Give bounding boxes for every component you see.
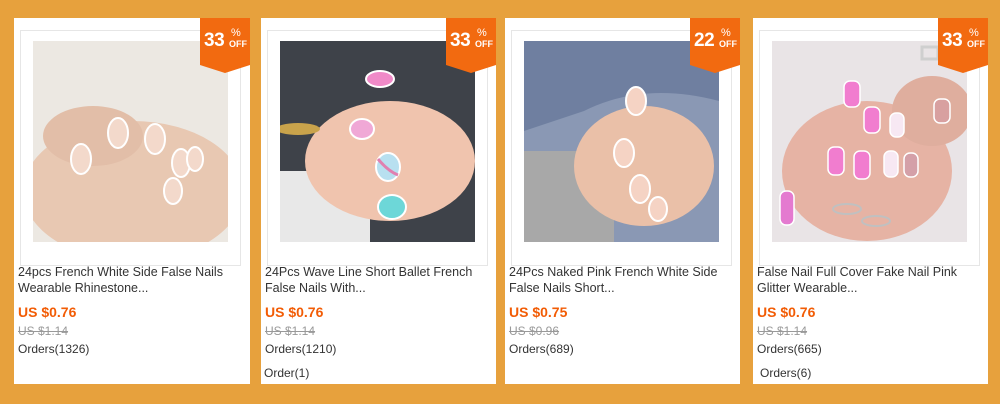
product-title[interactable]: 24Pcs Wave Line Short Ballet French Fals… — [265, 264, 491, 296]
discount-value: 22 — [694, 30, 715, 51]
orders-count: Orders(1326) — [18, 342, 90, 356]
discount-value: 33 — [204, 30, 225, 51]
extra-orders-label: Order(1) — [264, 366, 310, 380]
product-title[interactable]: 24pcs French White Side False Nails Wear… — [18, 264, 244, 296]
off-label: OFF — [967, 39, 985, 49]
product-card[interactable]: 33 % OFF 24Pcs Wave Line Short Ballet Fr… — [261, 18, 496, 384]
original-price: US $1.14 — [757, 324, 808, 338]
orders-count: Orders(1210) — [265, 342, 337, 356]
nails-photo[interactable] — [33, 41, 228, 242]
discount-badge: 33 % OFF — [200, 18, 250, 73]
orders-count: Orders(665) — [757, 342, 822, 356]
product-price: US $0.75 — [509, 304, 568, 320]
product-price: US $0.76 — [18, 304, 77, 320]
original-price: US $1.14 — [265, 324, 316, 338]
original-price: US $1.14 — [18, 324, 69, 338]
product-title[interactable]: 24Pcs Naked Pink French White Side False… — [509, 264, 735, 296]
product-price: US $0.76 — [757, 304, 816, 320]
discount-value: 33 — [450, 30, 471, 51]
discount-value: 33 — [942, 30, 963, 51]
extra-orders-label: Orders(6) — [760, 366, 812, 380]
off-label: OFF — [475, 39, 493, 49]
orders-count: Orders(689) — [509, 342, 574, 356]
off-label: OFF — [719, 39, 737, 49]
original-price: US $0.96 — [509, 324, 560, 338]
product-card[interactable]: 22 % OFF 24Pcs Naked Pink French White S… — [505, 18, 740, 384]
percent-sign: % — [721, 27, 731, 39]
product-card[interactable]: 33 % OFF 24pcs French White Side False N… — [14, 18, 250, 384]
discount-badge: 22 % OFF — [690, 18, 740, 73]
product-card[interactable]: 33 % OFF False Nail Full Cover Fake Nail… — [753, 18, 988, 384]
percent-sign: % — [477, 27, 487, 39]
product-title[interactable]: False Nail Full Cover Fake Nail Pink Gli… — [757, 264, 983, 296]
discount-badge: 33 % OFF — [446, 18, 496, 73]
discount-badge: 33 % OFF — [938, 18, 988, 73]
percent-sign: % — [969, 27, 979, 39]
percent-sign: % — [231, 27, 241, 39]
product-price: US $0.76 — [265, 304, 324, 320]
off-label: OFF — [229, 39, 247, 49]
